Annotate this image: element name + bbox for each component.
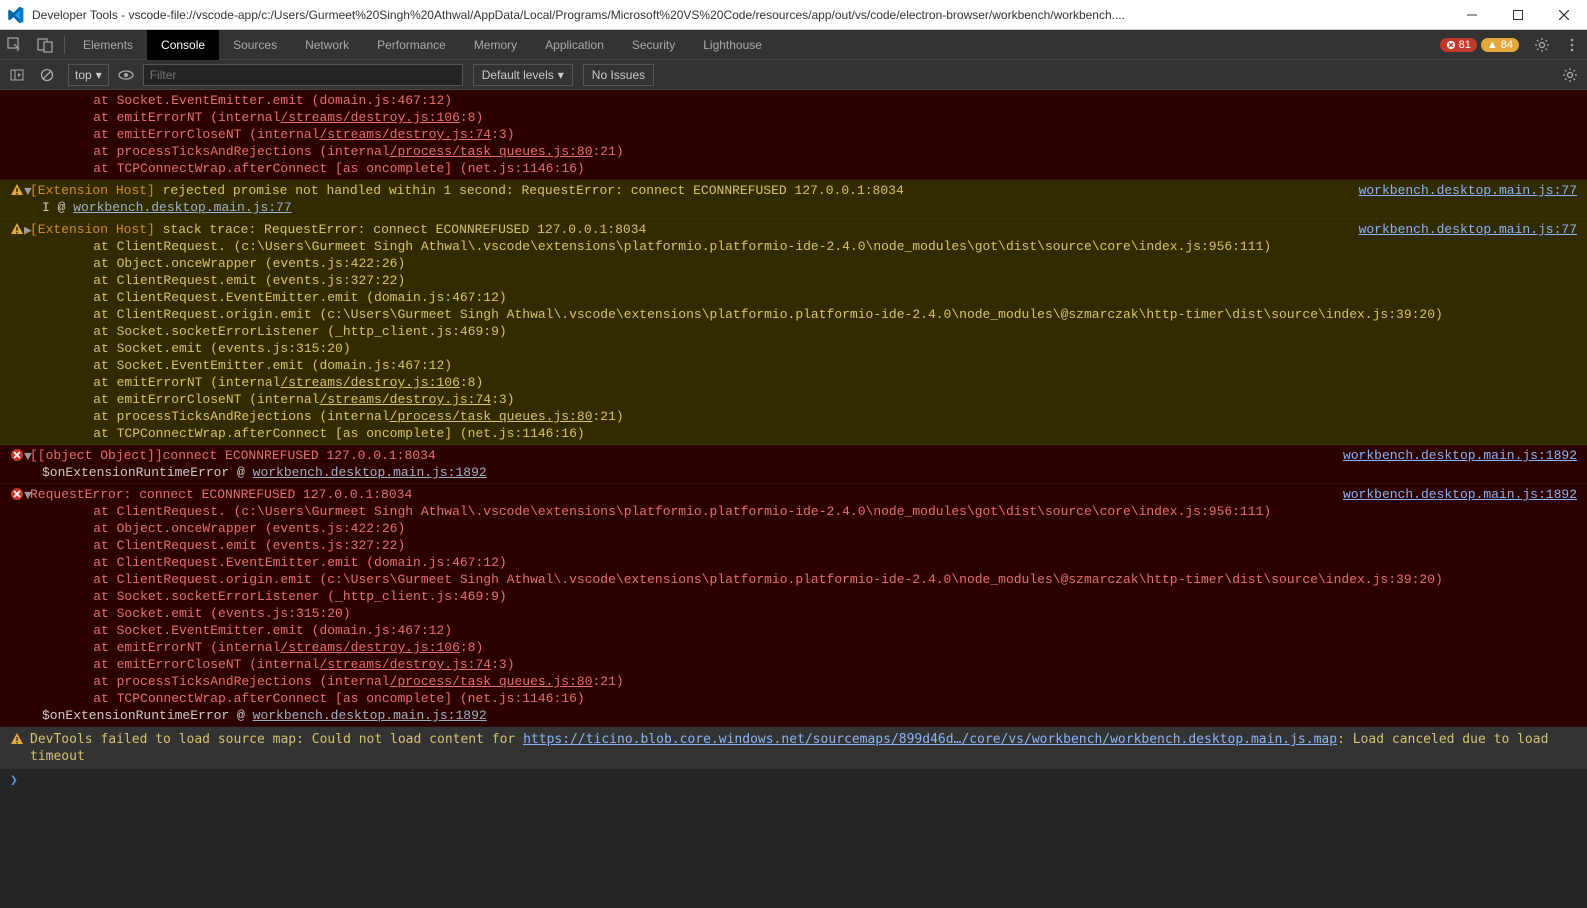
warning-count-badge[interactable]: ▲ 84 [1481, 38, 1519, 52]
context-selector[interactable]: top ▾ [68, 64, 109, 86]
extension-host-tag: [Extension Host] [30, 183, 155, 198]
stack-frame: at TCPConnectWrap.afterConnect [as oncom… [62, 160, 1579, 177]
tab-elements[interactable]: Elements [69, 30, 147, 60]
tab-application[interactable]: Application [531, 30, 618, 60]
warning-icon [10, 183, 24, 197]
live-expression-icon[interactable] [113, 62, 139, 88]
console-warning-entry: ▶ [Extension Host] stack trace: RequestE… [0, 219, 1587, 445]
tab-sources[interactable]: Sources [219, 30, 291, 60]
tab-security[interactable]: Security [618, 30, 689, 60]
disclosure-triangle[interactable]: ▼ [24, 183, 36, 200]
separator [64, 36, 65, 54]
inspect-icon[interactable] [0, 30, 30, 60]
source-link[interactable]: workbench.desktop.main.js:1892 [253, 465, 487, 480]
stack-frame: at Socket.EventEmitter.emit (domain.js:4… [62, 92, 1579, 109]
vscode-icon [6, 6, 24, 24]
issues-button[interactable]: No Issues [583, 64, 654, 86]
stack-frame: at Socket.emit (events.js:315:20) [62, 340, 1579, 357]
console-prompt[interactable]: ❯ [0, 769, 1587, 791]
stack-frame: at TCPConnectWrap.afterConnect [as oncom… [62, 425, 1579, 442]
stack-frame: at Socket.EventEmitter.emit (domain.js:4… [62, 622, 1579, 639]
stack-frame: at emitErrorCloseNT (internal/streams/de… [62, 391, 1579, 408]
stack-frame: at processTicksAndRejections (internal/p… [62, 408, 1579, 425]
clear-console-icon[interactable] [34, 62, 60, 88]
disclosure-triangle[interactable]: ▶ [24, 222, 36, 239]
console-error-entry: ▼ [[object Object]]connect ECONNREFUSED … [0, 445, 1587, 484]
disclosure-triangle[interactable]: ▼ [24, 448, 36, 465]
source-link[interactable]: workbench.desktop.main.js:77 [73, 200, 291, 215]
stack-frame: at Socket.emit (events.js:315:20) [62, 605, 1579, 622]
window-title: Developer Tools - vscode-file://vscode-a… [32, 8, 1449, 22]
stack-frame: at Object.onceWrapper (events.js:422:26) [62, 255, 1579, 272]
minimize-button[interactable] [1449, 0, 1495, 30]
stack-frame: at processTicksAndRejections (internal/p… [62, 143, 1579, 160]
maximize-button[interactable] [1495, 0, 1541, 30]
device-toggle-icon[interactable] [30, 30, 60, 60]
log-levels-selector[interactable]: Default levels ▾ [473, 64, 573, 86]
stack-frame: at emitErrorNT (internal/streams/destroy… [62, 639, 1579, 656]
tab-network[interactable]: Network [291, 30, 363, 60]
tab-console[interactable]: Console [147, 30, 219, 60]
console-settings-icon[interactable] [1557, 62, 1583, 88]
stack-frame: at emitErrorNT (internal/streams/destroy… [62, 374, 1579, 391]
devtools-tabs: Elements Console Sources Network Perform… [0, 30, 1587, 60]
stack-frame: at emitErrorCloseNT (internal/streams/de… [62, 656, 1579, 673]
extension-host-tag: [Extension Host] [30, 222, 155, 237]
error-count-badge[interactable]: 81 [1440, 38, 1477, 52]
tab-memory[interactable]: Memory [460, 30, 531, 60]
stack-frame: at ClientRequest.EventEmitter.emit (doma… [62, 554, 1579, 571]
settings-icon[interactable] [1527, 30, 1557, 60]
chevron-down-icon: ▾ [558, 68, 564, 82]
stack-frame: at Object.onceWrapper (events.js:422:26) [62, 520, 1579, 537]
error-icon [10, 487, 24, 501]
filter-input[interactable] [143, 64, 463, 86]
source-map-url[interactable]: https://ticino.blob.core.windows.net/sou… [523, 732, 1337, 747]
source-link[interactable]: workbench.desktop.main.js:1892 [253, 708, 487, 723]
stack-frame: at ClientRequest.emit (events.js:327:22) [62, 272, 1579, 289]
stack-frame: at emitErrorCloseNT (internal/streams/de… [62, 126, 1579, 143]
console-error-entry: ▼ RequestError: connect ECONNREFUSED 127… [0, 484, 1587, 727]
stack-frame: at ClientRequest. (c:\Users\Gurmeet Sing… [62, 503, 1579, 520]
console-toolbar: top ▾ Default levels ▾ No Issues [0, 60, 1587, 90]
warning-icon [10, 732, 24, 746]
stack-frame: at ClientRequest.origin.emit (c:\Users\G… [62, 306, 1579, 323]
tab-performance[interactable]: Performance [363, 30, 460, 60]
error-icon [10, 448, 24, 462]
stack-frame: at processTicksAndRejections (internal/p… [62, 673, 1579, 690]
chevron-down-icon: ▾ [96, 68, 102, 82]
stack-frame: at ClientRequest.EventEmitter.emit (doma… [62, 289, 1579, 306]
stack-frame: at TCPConnectWrap.afterConnect [as oncom… [62, 690, 1579, 707]
source-link[interactable]: workbench.desktop.main.js:1892 [1343, 447, 1577, 464]
console-error-entry: at Socket.EventEmitter.emit (domain.js:4… [0, 90, 1587, 180]
titlebar: Developer Tools - vscode-file://vscode-a… [0, 0, 1587, 30]
tab-lighthouse[interactable]: Lighthouse [689, 30, 776, 60]
stack-frame: at Socket.socketErrorListener (_http_cli… [62, 323, 1579, 340]
stack-frame: at ClientRequest. (c:\Users\Gurmeet Sing… [62, 238, 1579, 255]
source-link[interactable]: workbench.desktop.main.js:77 [1359, 221, 1577, 238]
console-warning-entry: DevTools failed to load source map: Coul… [0, 727, 1587, 769]
stack-frame: at Socket.EventEmitter.emit (domain.js:4… [62, 357, 1579, 374]
source-link[interactable]: workbench.desktop.main.js:77 [1359, 182, 1577, 199]
console-output[interactable]: at Socket.EventEmitter.emit (domain.js:4… [0, 90, 1587, 908]
stack-frame: at ClientRequest.emit (events.js:327:22) [62, 537, 1579, 554]
source-link[interactable]: workbench.desktop.main.js:1892 [1343, 486, 1577, 503]
disclosure-triangle[interactable]: ▼ [24, 487, 36, 504]
console-warning-entry: ▼ [Extension Host] rejected promise not … [0, 180, 1587, 219]
stack-frame: at ClientRequest.origin.emit (c:\Users\G… [62, 571, 1579, 588]
stack-frame: at emitErrorNT (internal/streams/destroy… [62, 109, 1579, 126]
warning-icon [10, 222, 24, 236]
more-icon[interactable] [1557, 30, 1587, 60]
stack-frame: at Socket.socketErrorListener (_http_cli… [62, 588, 1579, 605]
sidebar-toggle-icon[interactable] [4, 62, 30, 88]
close-button[interactable] [1541, 0, 1587, 30]
